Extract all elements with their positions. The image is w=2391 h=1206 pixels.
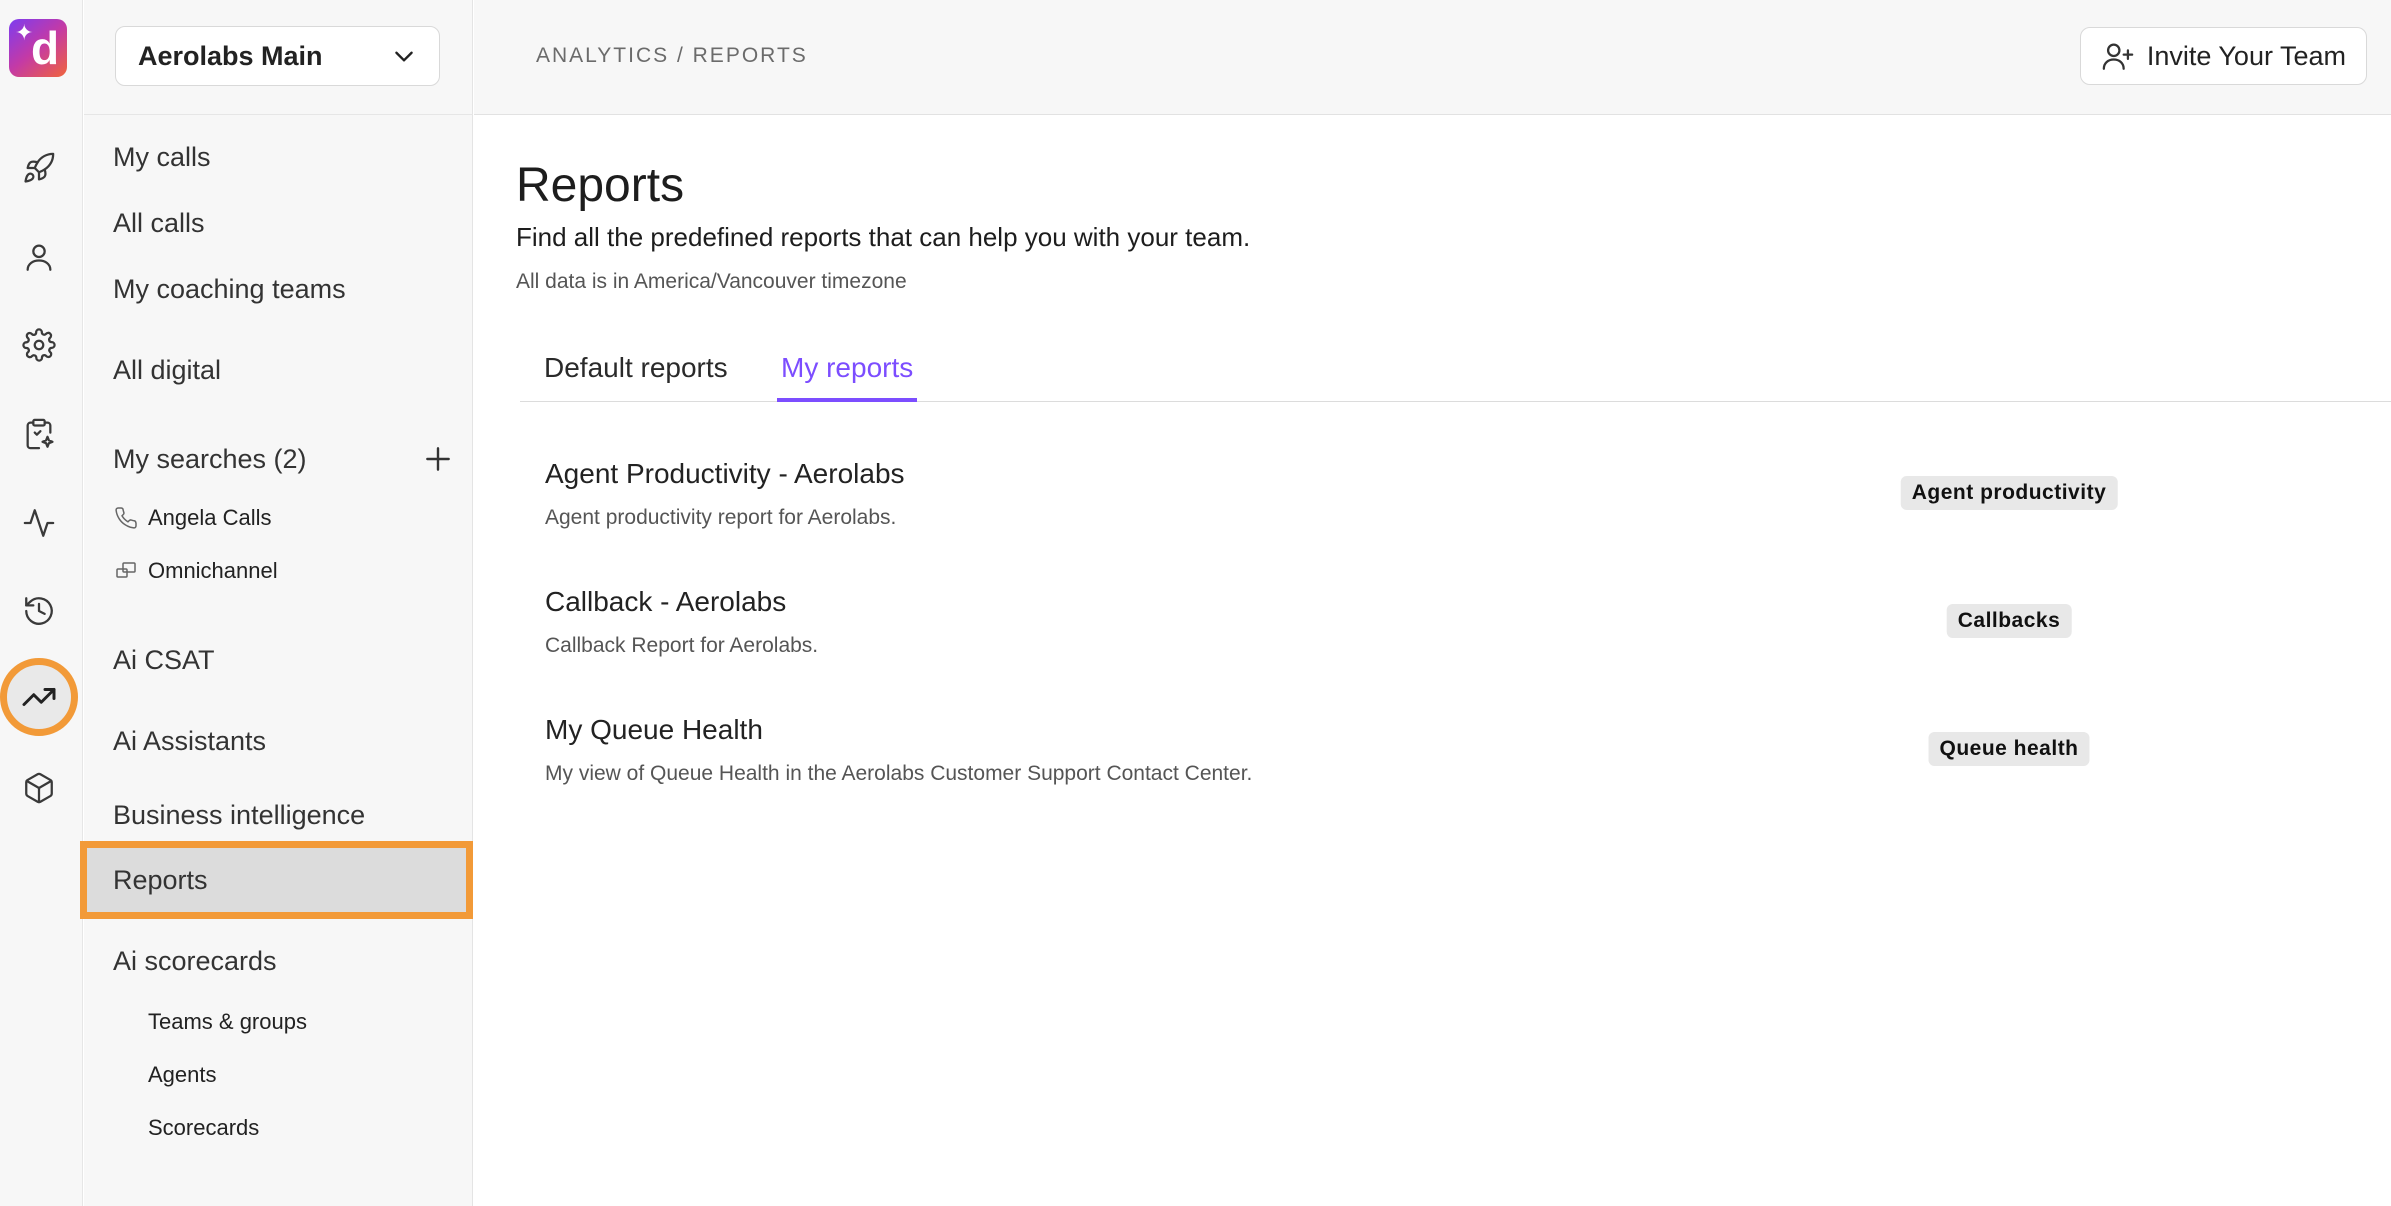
- tab-my-reports[interactable]: My reports: [777, 340, 918, 402]
- sidebar-item-all-digital[interactable]: All digital: [113, 353, 221, 387]
- phone-icon: [115, 507, 137, 529]
- sidebar: Aerolabs Main My calls All calls My coac…: [80, 0, 473, 1206]
- chevron-down-icon: [395, 51, 413, 62]
- sidebar-section-my-searches[interactable]: My searches (2): [113, 442, 307, 476]
- history-icon[interactable]: [18, 590, 60, 632]
- workspace-select[interactable]: Aerolabs Main: [115, 26, 440, 86]
- icon-rail: ✦ d: [0, 0, 83, 1206]
- report-row[interactable]: Callback - Aerolabs Callback Report for …: [545, 584, 2245, 694]
- main-content: Reports Find all the predefined reports …: [474, 116, 2391, 1206]
- scorecard-item-agents[interactable]: Agents: [148, 1061, 217, 1089]
- chat-icon: [116, 562, 136, 578]
- report-row[interactable]: Agent Productivity - Aerolabs Agent prod…: [545, 456, 2245, 566]
- report-title[interactable]: Callback - Aerolabs: [545, 584, 786, 620]
- page-title: Reports: [516, 159, 685, 212]
- search-item-omnichannel[interactable]: Omnichannel: [148, 557, 278, 585]
- sidebar-item-reports[interactable]: Reports: [80, 841, 473, 919]
- report-description: My view of Queue Health in the Aerolabs …: [545, 762, 1253, 785]
- timezone-note: All data is in America/Vancouver timezon…: [516, 270, 907, 293]
- sidebar-item-business-intelligence[interactable]: Business intelligence: [113, 798, 365, 832]
- sidebar-item-ai-scorecards[interactable]: Ai scorecards: [113, 944, 277, 978]
- user-icon[interactable]: [18, 236, 60, 278]
- app-logo[interactable]: ✦ d: [9, 19, 67, 77]
- invite-team-label: Invite Your Team: [2146, 40, 2346, 71]
- sidebar-item-my-calls[interactable]: My calls: [113, 140, 211, 174]
- scorecard-item-scorecards[interactable]: Scorecards: [148, 1114, 259, 1142]
- page-subtitle: Find all the predefined reports that can…: [516, 222, 1251, 252]
- report-row[interactable]: My Queue Health My view of Queue Health …: [545, 712, 2245, 822]
- report-description: Agent productivity report for Aerolabs.: [545, 506, 897, 529]
- report-title[interactable]: Agent Productivity - Aerolabs: [545, 456, 905, 492]
- sidebar-header: Aerolabs Main: [84, 0, 473, 115]
- sidebar-item-ai-assistants[interactable]: Ai Assistants: [113, 724, 266, 758]
- top-header: ANALYTICS / REPORTS Invite Your Team: [474, 0, 2391, 115]
- workspace-label: Aerolabs Main: [138, 40, 323, 71]
- sidebar-item-coaching-teams[interactable]: My coaching teams: [113, 272, 346, 306]
- user-plus-icon: [2102, 43, 2134, 70]
- gear-icon[interactable]: [18, 324, 60, 366]
- report-tabs: Default reports My reports: [520, 340, 2391, 402]
- scorecard-item-teams-groups[interactable]: Teams & groups: [148, 1008, 307, 1036]
- report-tag-badge: Callbacks: [1946, 604, 2072, 638]
- breadcrumb: ANALYTICS / REPORTS: [536, 44, 808, 67]
- box-icon[interactable]: [18, 767, 60, 809]
- report-description: Callback Report for Aerolabs.: [545, 634, 819, 657]
- tab-default-reports[interactable]: Default reports: [544, 340, 728, 402]
- sidebar-item-label: Reports: [113, 864, 208, 895]
- sidebar-item-ai-csat[interactable]: Ai CSAT: [113, 643, 215, 677]
- add-search-icon[interactable]: [422, 443, 454, 475]
- clipboard-sparkle-icon[interactable]: [18, 413, 60, 455]
- rocket-icon[interactable]: [18, 147, 60, 189]
- report-title[interactable]: My Queue Health: [545, 712, 763, 748]
- pulse-icon[interactable]: [18, 502, 60, 544]
- report-tag-badge: Agent productivity: [1900, 476, 2118, 510]
- trending-up-icon[interactable]: [0, 658, 78, 736]
- report-tag-badge: Queue health: [1928, 732, 2090, 766]
- invite-team-button[interactable]: Invite Your Team: [2079, 27, 2367, 85]
- search-item-angela-calls[interactable]: Angela Calls: [148, 504, 272, 532]
- sidebar-item-all-calls[interactable]: All calls: [113, 206, 205, 240]
